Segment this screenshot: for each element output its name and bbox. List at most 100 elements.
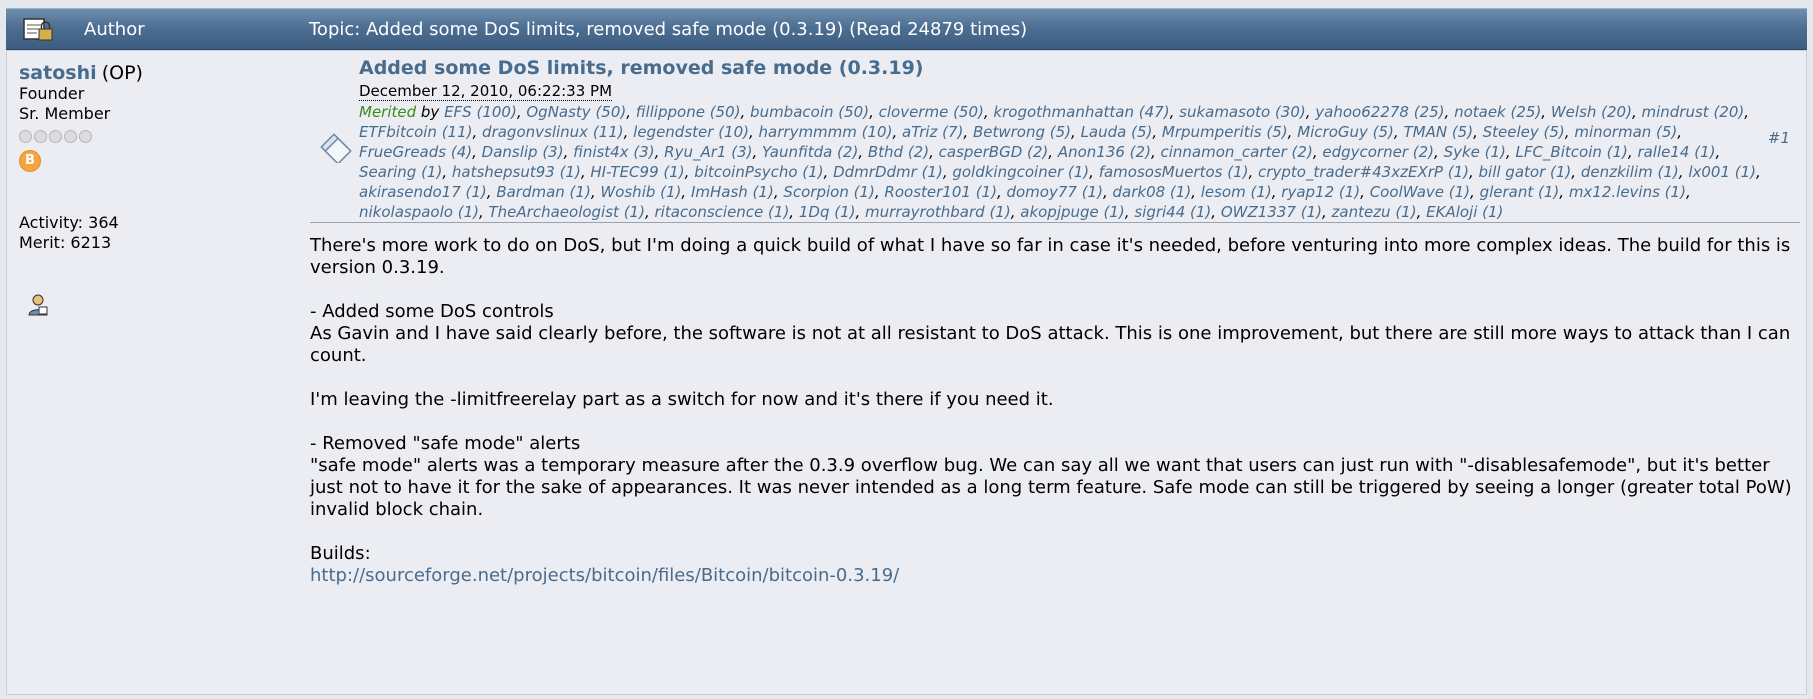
- merit-user-link[interactable]: Scorpion (1): [783, 183, 875, 201]
- merit-user-link[interactable]: Bthd (2): [868, 143, 929, 161]
- builds-link[interactable]: http://sourceforge.net/projects/bitcoin/…: [310, 565, 899, 586]
- merit-user-link[interactable]: TMAN (5): [1403, 123, 1473, 141]
- merit-user-link[interactable]: akirasendo17 (1): [359, 183, 487, 201]
- merit-user-link[interactable]: murrayrothbard (1): [865, 203, 1011, 221]
- merit-separator: ,: [681, 183, 691, 201]
- merit-user-link[interactable]: Steeley (5): [1483, 123, 1565, 141]
- merit-user-link[interactable]: mx12.levins (1): [1569, 183, 1686, 201]
- merit-user-link[interactable]: glerant (1): [1480, 183, 1560, 201]
- merit-user-link[interactable]: crypto_trader#43xzEXrP (1): [1258, 163, 1469, 181]
- merit-user-link[interactable]: CoolWave (1): [1370, 183, 1470, 201]
- merit-separator: ,: [855, 203, 866, 221]
- merit-user-link[interactable]: 1Dq (1): [799, 203, 856, 221]
- merit-user-link[interactable]: aTriz (7): [902, 123, 963, 141]
- merit-user-link[interactable]: yahoo62278 (25): [1315, 103, 1444, 121]
- merit-user-link[interactable]: zantezu (1): [1332, 203, 1417, 221]
- rank-stars: [19, 128, 289, 146]
- merit-user-link[interactable]: denzkilim (1): [1581, 163, 1679, 181]
- merit-separator: ,: [580, 163, 591, 181]
- merit-user-link[interactable]: Searing (1): [359, 163, 442, 181]
- rank-star: [34, 130, 47, 143]
- merit-user-link[interactable]: OgNasty (50): [526, 103, 626, 121]
- merit-user-link[interactable]: akopjpuge (1): [1020, 203, 1125, 221]
- merit-user-link[interactable]: TheArchaeologist (1): [489, 203, 645, 221]
- merit-user-link[interactable]: sigri44 (1): [1134, 203, 1211, 221]
- merit-user-link[interactable]: HI-TEC99 (1): [590, 163, 684, 181]
- merit-separator: ,: [1559, 183, 1569, 201]
- merit-user-link[interactable]: notaek (25): [1454, 103, 1541, 121]
- merit-user-link[interactable]: goldkingcoiner (1): [952, 163, 1089, 181]
- merit-user-link[interactable]: Ryu_Ar1 (3): [664, 143, 752, 161]
- merit-user-link[interactable]: Danslip (3): [482, 143, 564, 161]
- merit-user-link[interactable]: cinnamon_carter (2): [1160, 143, 1312, 161]
- topic-header-bar: Author Topic: Added some DoS limits, rem…: [6, 8, 1807, 50]
- post-number-link[interactable]: #1: [1768, 129, 1790, 147]
- op-tag: (OP): [101, 62, 143, 84]
- merit-separator: ,: [1089, 163, 1099, 181]
- merit-user-link[interactable]: krogothmanhattan (47): [993, 103, 1169, 121]
- merit-user-link[interactable]: fillippone (50): [636, 103, 741, 121]
- merit-user-link[interactable]: Woshib (1): [600, 183, 681, 201]
- merit-user-link[interactable]: famososMuertos (1): [1099, 163, 1249, 181]
- merit-user-link[interactable]: nikolaspaolo (1): [359, 203, 479, 221]
- merit-user-link[interactable]: OWZ1337 (1): [1221, 203, 1322, 221]
- merit-separator: ,: [1271, 183, 1282, 201]
- merit-separator: ,: [1312, 143, 1323, 161]
- merit-user-link[interactable]: edgycorner (2): [1322, 143, 1434, 161]
- merit-user-link[interactable]: EFS (100): [444, 103, 517, 121]
- merit-user-link[interactable]: cloverme (50): [879, 103, 984, 121]
- merit-user-link[interactable]: LFC_Bitcoin (1): [1515, 143, 1627, 161]
- merit-separator: ,: [1287, 123, 1298, 141]
- post-date: December 12, 2010, 06:22:33 PM: [359, 82, 613, 101]
- merit-user-link[interactable]: Rooster101 (1): [884, 183, 997, 201]
- post-line: - Removed "safe mode" alerts: [310, 433, 581, 454]
- merit-user-link[interactable]: Syke (1): [1444, 143, 1506, 161]
- merit-user-link[interactable]: ryap12 (1): [1281, 183, 1360, 201]
- merit-user-link[interactable]: FrueGreads (4): [359, 143, 472, 161]
- merit-user-link[interactable]: sukamasoto (30): [1179, 103, 1306, 121]
- merit-user-link[interactable]: Anon136 (2): [1058, 143, 1151, 161]
- merit-user-link[interactable]: casperBGD (2): [939, 143, 1049, 161]
- merit-user-link[interactable]: bitcoinPsycho (1): [694, 163, 823, 181]
- merit-user-link[interactable]: lx001 (1): [1688, 163, 1756, 181]
- merit-user-link[interactable]: DdmrDdmr (1): [833, 163, 943, 181]
- post-paragraph: - Added some DoS controls As Gavin and I …: [310, 301, 1800, 367]
- merit-user-link[interactable]: bumbacoin (50): [750, 103, 869, 121]
- merit-user-link[interactable]: hatshepsut93 (1): [452, 163, 581, 181]
- merit-user-link[interactable]: minorman (5): [1574, 123, 1677, 141]
- merit-user-link[interactable]: ralle14 (1): [1637, 143, 1715, 161]
- merit-user-link[interactable]: ritaconscience (1): [655, 203, 790, 221]
- merit-user-link[interactable]: Mrpumperitis (5): [1162, 123, 1288, 141]
- merit-user-link[interactable]: ETFbitcoin (11): [359, 123, 473, 141]
- merit-user-link[interactable]: lesom (1): [1201, 183, 1272, 201]
- merit-user-link[interactable]: dark08 (1): [1113, 183, 1192, 201]
- merit-user-link[interactable]: harrymmmm (10): [759, 123, 893, 141]
- merit-separator: ,: [654, 143, 665, 161]
- merit-user-link[interactable]: MicroGuy (5): [1297, 123, 1394, 141]
- merit-user-link[interactable]: mindrust (20): [1642, 103, 1745, 121]
- merit-separator: ,: [1571, 163, 1581, 181]
- merit-user-link[interactable]: bill gator (1): [1479, 163, 1572, 181]
- merit-user-link[interactable]: Welsh (20): [1551, 103, 1632, 121]
- page-frame: Author Topic: Added some DoS limits, rem…: [0, 0, 1813, 699]
- merit-user-link[interactable]: ImHash (1): [691, 183, 774, 201]
- topic-title: Topic: Added some DoS limits, removed sa…: [309, 19, 1028, 40]
- profile-icon[interactable]: [27, 293, 49, 317]
- merit-separator: ,: [472, 123, 483, 141]
- merit-separator: ,: [942, 163, 953, 181]
- merited-label[interactable]: Merited: [359, 103, 416, 121]
- merit-user-link[interactable]: Yaunfitda (2): [762, 143, 858, 161]
- poster-username-link[interactable]: satoshi: [19, 62, 97, 84]
- merit-user-link[interactable]: dragonvslinux (11): [482, 123, 624, 141]
- merit-user-link[interactable]: Betwrong (5): [973, 123, 1071, 141]
- merit-user-link[interactable]: finist4x (3): [573, 143, 655, 161]
- merit-separator: ,: [1677, 123, 1683, 141]
- merit-user-link[interactable]: legendster (10): [633, 123, 749, 141]
- merit-user-link[interactable]: domoy77 (1): [1006, 183, 1102, 201]
- merit-user-link[interactable]: EKAloji (1): [1426, 203, 1503, 221]
- merit-user-link[interactable]: Bardman (1): [496, 183, 591, 201]
- merit-separator: ,: [478, 203, 489, 221]
- post-title-link[interactable]: Added some DoS limits, removed safe mode…: [359, 57, 1759, 79]
- lock-topic-icon: [23, 18, 53, 41]
- merit-user-link[interactable]: Lauda (5): [1081, 123, 1153, 141]
